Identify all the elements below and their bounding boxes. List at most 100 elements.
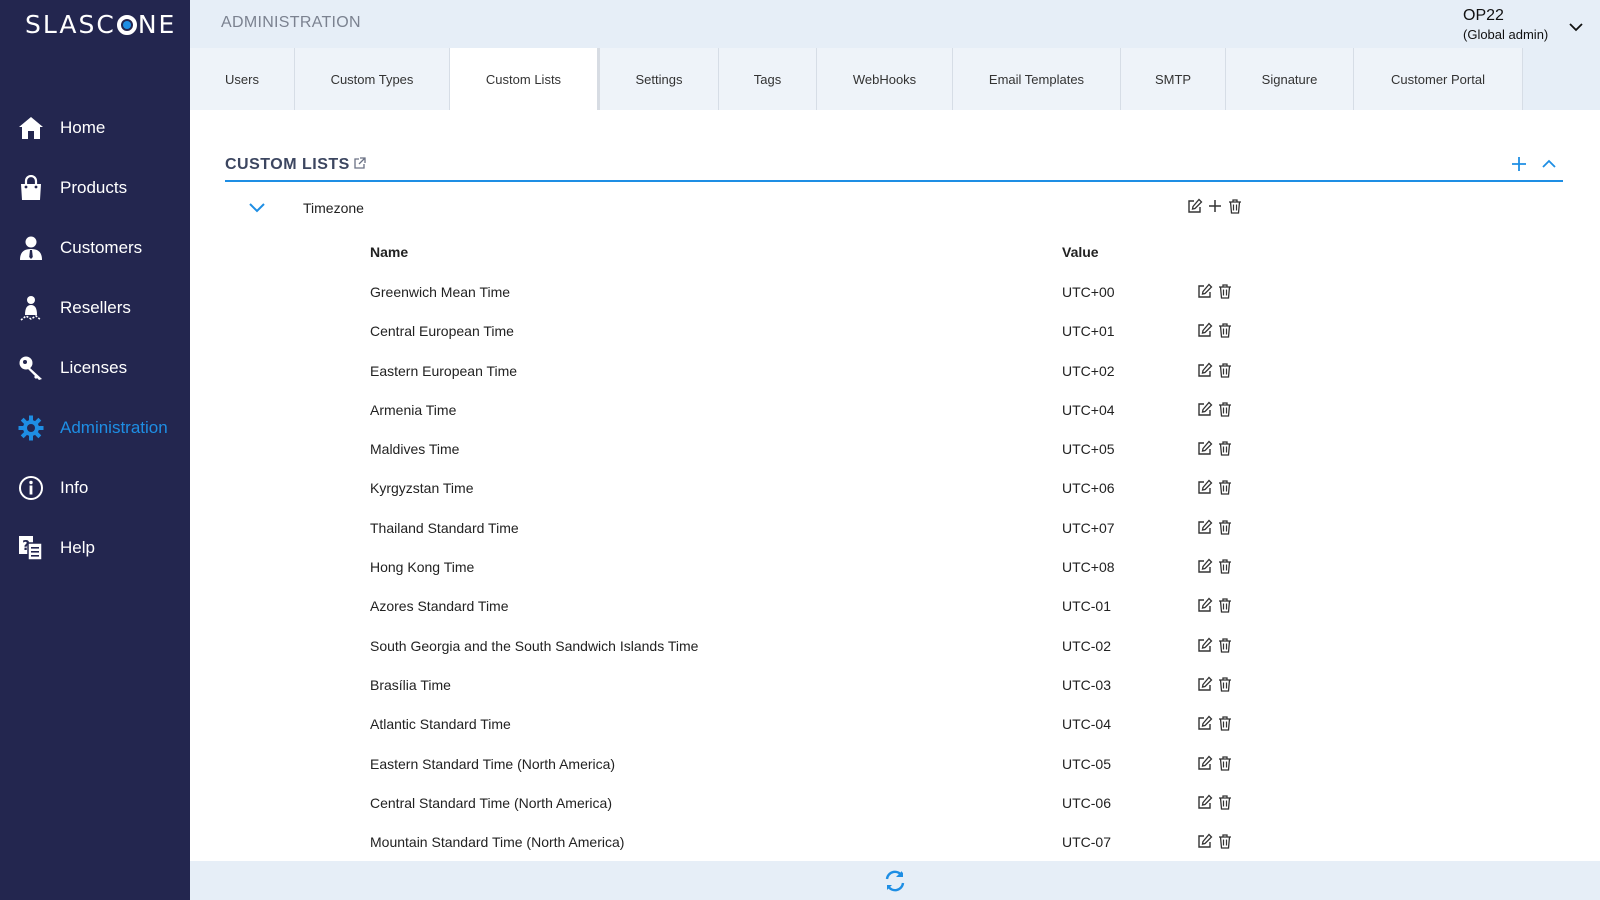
sidebar-nav: Home Products Customers Resellers Licens…	[0, 98, 190, 578]
row-name: Armenia Time	[370, 401, 457, 418]
row-name: Hong Kong Time	[370, 559, 475, 576]
admin-tabs: Users Custom Types Custom Lists Settings…	[190, 48, 1600, 110]
table-row: Mountain Standard Time (North America) UT…	[190, 824, 1600, 861]
logo-text-left: SLASC	[25, 10, 116, 39]
row-actions	[1197, 794, 1233, 810]
logo-o-icon	[116, 14, 137, 35]
sidebar-item-licenses[interactable]: Licenses	[0, 338, 190, 398]
edit-icon[interactable]	[1197, 479, 1213, 495]
edit-icon[interactable]	[1197, 676, 1213, 692]
sidebar-item-products[interactable]: Products	[0, 158, 190, 218]
external-link-icon[interactable]	[353, 157, 366, 175]
trash-icon[interactable]	[1217, 676, 1233, 692]
trash-icon[interactable]	[1217, 401, 1233, 417]
trash-icon[interactable]	[1217, 322, 1233, 338]
chevron-down-icon	[1569, 19, 1583, 37]
row-actions	[1197, 637, 1233, 653]
table-row: Hong Kong Time UTC+08	[190, 549, 1600, 588]
column-header-name: Name	[370, 244, 409, 260]
edit-icon[interactable]	[1197, 637, 1213, 653]
trash-icon[interactable]	[1217, 440, 1233, 456]
user-menu[interactable]: OP22 (Global admin)	[1463, 7, 1583, 42]
trash-icon[interactable]	[1217, 755, 1233, 771]
row-value: UTC-04	[1062, 716, 1112, 733]
sidebar-item-customers[interactable]: Customers	[0, 218, 190, 278]
edit-icon[interactable]	[1197, 283, 1213, 299]
trash-icon[interactable]	[1217, 558, 1233, 574]
sidebar-item-label: Help	[60, 538, 95, 557]
trash-icon[interactable]	[1227, 198, 1243, 214]
trash-icon[interactable]	[1217, 597, 1233, 614]
tab-tags[interactable]: Tags	[719, 48, 817, 110]
row-name: South Georgia and the South Sandwich Isl…	[370, 637, 699, 654]
edit-icon[interactable]	[1197, 597, 1213, 613]
chevron-down-icon[interactable]	[249, 200, 265, 218]
edit-icon[interactable]	[1197, 715, 1213, 731]
table-row: South Georgia and the South Sandwich Isl…	[190, 628, 1600, 667]
tab-email-templates[interactable]: Email Templates	[953, 48, 1121, 110]
sidebar-item-label: Licenses	[60, 358, 128, 377]
row-name: Central European Time	[370, 323, 514, 340]
row-actions	[1197, 715, 1233, 731]
tab-users[interactable]: Users	[190, 48, 295, 110]
refresh-icon[interactable]	[884, 870, 906, 897]
edit-icon[interactable]	[1197, 794, 1213, 810]
tab-custom-lists[interactable]: Custom Lists	[450, 48, 600, 110]
tab-label: Tags	[753, 71, 782, 87]
sidebar-item-administration[interactable]: Administration	[0, 398, 190, 458]
tab-customer-portal[interactable]: Customer Portal	[1354, 48, 1523, 110]
sidebar-item-label: Home	[60, 118, 106, 137]
row-value: UTC+01	[1062, 323, 1115, 340]
add-item-icon[interactable]	[1207, 198, 1223, 214]
row-name: Greenwich Mean Time	[370, 284, 511, 300]
row-actions	[1197, 597, 1233, 614]
row-actions	[1197, 401, 1233, 417]
edit-icon[interactable]	[1197, 519, 1213, 535]
table-row: Armenia Time UTC+04	[190, 392, 1600, 431]
sidebar-item-label: Info	[60, 478, 89, 497]
edit-icon[interactable]	[1197, 755, 1213, 771]
row-value: UTC-03	[1062, 676, 1112, 693]
edit-icon[interactable]	[1197, 440, 1213, 456]
tab-signature[interactable]: Signature	[1226, 48, 1354, 110]
slascone-logo[interactable]: SLASC NE	[25, 10, 176, 39]
edit-icon[interactable]	[1197, 322, 1213, 338]
sidebar-item-help[interactable]: ? Help	[0, 518, 190, 578]
edit-icon[interactable]	[1197, 833, 1213, 849]
tab-label: Signature	[1261, 71, 1318, 87]
info-circle-icon	[18, 475, 44, 501]
tab-settings[interactable]: Settings	[600, 48, 719, 110]
add-list-button[interactable]	[1511, 156, 1527, 177]
row-name: Maldives Time	[370, 441, 460, 458]
row-value: UTC+05	[1062, 441, 1115, 458]
row-name: Eastern European Time	[370, 362, 518, 379]
sidebar-item-info[interactable]: Info	[0, 458, 190, 518]
trash-icon[interactable]	[1217, 479, 1233, 496]
edit-icon[interactable]	[1197, 362, 1213, 378]
trash-icon[interactable]	[1217, 283, 1233, 299]
top-header: ADMINISTRATION OP22 (Global admin)	[190, 0, 1600, 48]
tab-webhooks[interactable]: WebHooks	[817, 48, 953, 110]
chevron-up-icon[interactable]	[1541, 156, 1557, 177]
edit-icon[interactable]	[1197, 401, 1213, 417]
sidebar-item-resellers[interactable]: Resellers	[0, 278, 190, 338]
table-row: Maldives Time UTC+05	[190, 431, 1600, 470]
custom-list-row: Timezone	[225, 194, 1563, 224]
section-header: CUSTOM LISTS	[225, 156, 1563, 182]
trash-icon[interactable]	[1217, 794, 1233, 810]
sidebar: SLASC NE Home Products Customers Reselle…	[0, 0, 190, 900]
footer-bar	[190, 861, 1600, 900]
edit-icon[interactable]	[1187, 198, 1203, 214]
tab-smtp[interactable]: SMTP	[1121, 48, 1226, 110]
trash-icon[interactable]	[1217, 362, 1233, 378]
tab-label: Custom Lists	[485, 71, 562, 87]
tab-custom-types[interactable]: Custom Types	[295, 48, 450, 110]
trash-icon[interactable]	[1217, 715, 1233, 731]
table-row: Central European Time UTC+01	[190, 313, 1600, 352]
shopping-bag-icon	[18, 175, 44, 201]
trash-icon[interactable]	[1217, 833, 1233, 849]
edit-icon[interactable]	[1197, 558, 1213, 574]
trash-icon[interactable]	[1217, 519, 1233, 535]
sidebar-item-home[interactable]: Home	[0, 98, 190, 158]
trash-icon[interactable]	[1217, 637, 1233, 653]
